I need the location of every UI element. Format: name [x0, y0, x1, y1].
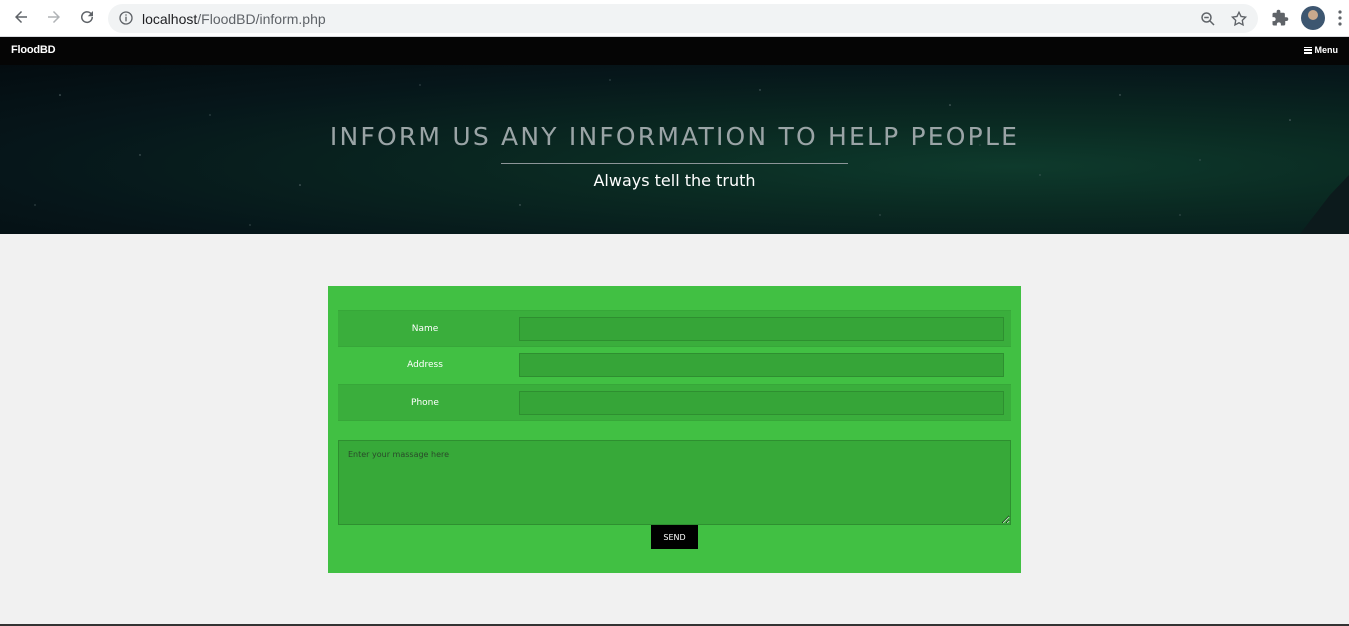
inform-form: Name Address Phone SEND: [328, 286, 1021, 573]
form-row-address: Address: [338, 347, 1011, 384]
message-textarea[interactable]: [338, 440, 1011, 525]
address-bar[interactable]: localhost/FloodBD/inform.php: [108, 4, 1258, 33]
back-arrow-icon[interactable]: [10, 8, 32, 30]
url-text: localhost/FloodBD/inform.php: [142, 11, 326, 27]
browser-toolbar: localhost/FloodBD/inform.php: [0, 0, 1349, 37]
form-row-name: Name: [338, 310, 1011, 347]
more-menu-icon[interactable]: [1338, 10, 1342, 26]
zoom-icon[interactable]: [1199, 10, 1217, 28]
send-button[interactable]: SEND: [651, 525, 698, 549]
menu-label: Menu: [1314, 45, 1339, 55]
brand-logo[interactable]: FloodBD: [11, 44, 56, 56]
phone-label: Phone: [411, 398, 439, 408]
name-field[interactable]: [519, 317, 1004, 341]
address-field[interactable]: [519, 353, 1004, 377]
hero-banner: INFORM US ANY INFORMATION TO HELP PEOPLE…: [0, 65, 1349, 234]
form-row-phone: Phone: [338, 384, 1011, 421]
hero-title: INFORM US ANY INFORMATION TO HELP PEOPLE: [329, 122, 1020, 151]
menu-button[interactable]: Menu: [1303, 45, 1339, 55]
address-label: Address: [407, 360, 443, 370]
extensions-puzzle-icon[interactable]: [1271, 9, 1289, 27]
hero-subtitle: Always tell the truth: [593, 171, 756, 190]
reload-icon[interactable]: [76, 8, 98, 30]
name-label: Name: [411, 324, 439, 334]
profile-avatar[interactable]: [1301, 6, 1325, 30]
forward-arrow-icon[interactable]: [43, 8, 65, 30]
hero-divider: [501, 163, 848, 164]
info-icon[interactable]: [118, 10, 134, 26]
hamburger-icon: [1303, 46, 1312, 54]
bookmark-star-icon[interactable]: [1230, 10, 1248, 28]
site-navbar: FloodBD Menu: [0, 37, 1349, 65]
phone-field[interactable]: [519, 391, 1004, 415]
